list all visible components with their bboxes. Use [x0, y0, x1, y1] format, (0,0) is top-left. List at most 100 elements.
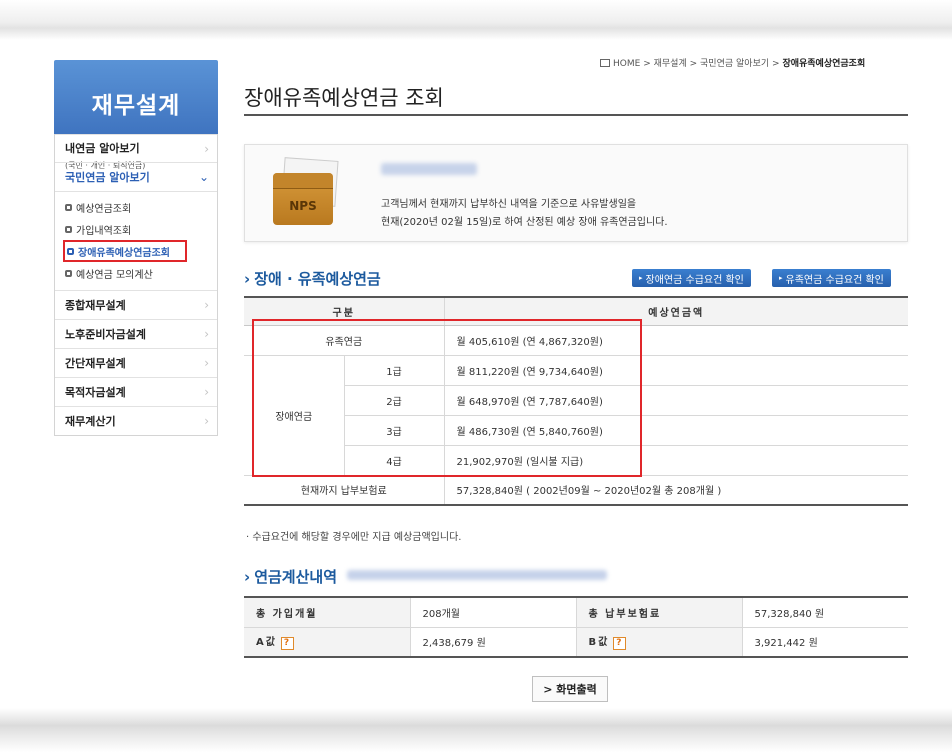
a-value-label: A값 — [256, 637, 277, 649]
section-arrow-icon: › — [244, 270, 251, 288]
chevron-right-icon: › — [204, 327, 209, 341]
chevron-right-icon: › — [204, 414, 209, 428]
nps-logo-text: NPS — [289, 199, 317, 213]
table-header-row: 구분 예상연금액 — [244, 297, 908, 326]
page: 재무설계 내연금 알아보기 (국민 · 개인 · 퇴직연금) › 국민연금 알아… — [20, 40, 932, 708]
sidebar-title: 재무설계 — [54, 60, 218, 134]
sidebar-menu: 내연금 알아보기 (국민 · 개인 · 퇴직연금) › 국민연금 알아보기 ⌄ … — [54, 134, 218, 436]
top-shadow — [0, 0, 952, 40]
section-title-expected-pension: › 장애 · 유족예상연금 — [244, 268, 381, 289]
sidebar-item-label: 목적자금설계 — [65, 386, 126, 399]
sidebar-item-national-pension[interactable]: 국민연금 알아보기 ⌄ — [55, 162, 217, 191]
total-paid-label: 총 납부보험료 — [575, 597, 742, 628]
info-line-2: 현재(2020년 02월 15일)로 하여 산정된 예상 장애 유족연금입니다. — [381, 217, 668, 228]
title-divider — [244, 114, 908, 116]
print-screen-button[interactable]: > 화면출력 — [532, 676, 608, 702]
grade-amount: 21,902,970원 (일시불 지급) — [443, 445, 908, 476]
chevron-right-icon: › — [204, 356, 209, 370]
bullet-icon — [67, 247, 74, 255]
chevron-down-icon: ⌄ — [198, 170, 209, 184]
sidebar-item-label: 종합재무설계 — [65, 299, 126, 312]
expected-pension-table: 구분 예상연금액 유족연금 월 405,610원 (연 4,867,320원) … — [244, 296, 908, 506]
sidebar-item-my-pension[interactable]: 내연금 알아보기 (국민 · 개인 · 퇴직연금) › — [55, 134, 217, 170]
sidebar-submenu: 예상연금조회 가입내역조회 장애유족예상연금조회 예상연금 모의계산 — [55, 191, 217, 290]
chevron-right-icon: › — [204, 385, 209, 399]
table-row: 3급 월 486,730원 (연 5,840,760원) — [244, 415, 908, 446]
grade-amount: 월 648,970원 (연 7,787,640원) — [443, 385, 908, 416]
button-label: 유족연금 수급요건 확인 — [785, 274, 884, 286]
button-label: 장애연금 수급요건 확인 — [645, 274, 744, 286]
help-icon[interactable]: ? — [613, 637, 627, 651]
sidebar-item-label: 간단재무설계 — [65, 357, 126, 370]
a-value: 2,438,679 원 — [409, 627, 576, 658]
paid-label: 현재까지 납부보험료 — [244, 475, 444, 506]
envelope-flap — [273, 173, 333, 189]
submenu-label: 예상연금조회 — [76, 203, 132, 215]
sidebar-item-simple-planning[interactable]: 간단재무설계 › — [55, 348, 217, 377]
table-row: 총 가입개월 208개월 총 납부보험료 57,328,840 원 — [244, 597, 908, 628]
bottom-shadow — [0, 708, 952, 752]
sidebar: 재무설계 내연금 알아보기 (국민 · 개인 · 퇴직연금) › 국민연금 알아… — [54, 60, 218, 436]
grade-cell: 3급 — [343, 415, 444, 446]
a-value-label-cell: A값? — [244, 627, 410, 658]
grade-cell: 4급 — [343, 445, 444, 476]
table-row: A값? 2,438,679 원 B값? 3,921,442 원 — [244, 627, 908, 658]
survivor-requirement-button[interactable]: ▸ 유족연금 수급요건 확인 — [772, 269, 891, 287]
chevron-right-icon: › — [204, 141, 209, 156]
submenu-disability-survivor-pension[interactable]: 장애유족예상연금조회 — [63, 240, 187, 262]
submenu-pension-simulation[interactable]: 예상연금 모의계산 — [63, 262, 209, 284]
section-title-text: 장애 · 유족예상연금 — [254, 270, 381, 288]
breadcrumb-separator: > — [772, 59, 780, 69]
table-row: 유족연금 월 405,610원 (연 4,867,320원) — [244, 325, 908, 356]
breadcrumb-current: 장애유족예상연금조회 — [782, 59, 866, 69]
b-value-label-cell: B값? — [575, 627, 742, 658]
blurred-subtitle — [347, 570, 607, 580]
breadcrumb-item[interactable]: 재무설계 — [654, 59, 687, 69]
paid-amount: 57,328,840원 ( 2002년09월 ~ 2020년02월 총 208개… — [443, 475, 908, 506]
sidebar-item-label: 국민연금 알아보기 — [65, 171, 150, 184]
table-row: 현재까지 납부보험료 57,328,840원 ( 2002년09월 ~ 2020… — [244, 475, 908, 506]
grade-amount: 월 486,730원 (연 5,840,760원) — [443, 415, 908, 446]
chevron-right-icon: › — [204, 298, 209, 312]
submenu-subscription-history[interactable]: 가입내역조회 — [63, 218, 209, 240]
survivor-amount: 월 405,610원 (연 4,867,320원) — [443, 325, 908, 356]
bullet-icon — [65, 225, 72, 233]
header-kind: 구분 — [244, 297, 444, 326]
section-title-text: 연금계산내역 — [254, 568, 337, 586]
home-icon — [600, 59, 610, 67]
page-title: 장애유족예상연금 조회 — [244, 86, 444, 110]
disability-label: 장애연금 — [244, 355, 344, 476]
blurred-customer-name — [381, 163, 477, 175]
b-value: 3,921,442 원 — [741, 627, 908, 658]
grade-amount: 월 811,220원 (연 9,734,640원) — [443, 355, 908, 386]
sidebar-item-comprehensive-planning[interactable]: 종합재무설계 › — [55, 290, 217, 319]
help-icon[interactable]: ? — [280, 637, 294, 651]
sidebar-item-label: 노후준비자금설계 — [65, 328, 146, 341]
section-title-calculation: › 연금계산내역 — [244, 566, 607, 587]
breadcrumb-separator: > — [643, 59, 651, 69]
info-box: NPS 고객님께서 현재까지 납부하신 내역을 기준으로 사유발생일을 현재(2… — [244, 144, 908, 242]
table-row: 장애연금 1급 월 811,220원 (연 9,734,640원) — [244, 355, 908, 476]
breadcrumb-separator: > — [689, 59, 698, 69]
grade-cell: 1급 — [343, 355, 444, 386]
info-line-1: 고객님께서 현재까지 납부하신 내역을 기준으로 사유발생일을 — [381, 199, 637, 210]
breadcrumb: HOME > 재무설계 > 국민연금 알아보기 > 장애유족예상연금조회 — [600, 56, 865, 69]
survivor-label: 유족연금 — [244, 325, 444, 356]
table-row: 4급 21,902,970원 (일시불 지급) — [244, 445, 908, 476]
sidebar-item-calculator[interactable]: 재무계산기 › — [55, 406, 217, 435]
breadcrumb-item[interactable]: 국민연금 알아보기 — [700, 59, 769, 69]
sidebar-item-retirement-fund[interactable]: 노후준비자금설계 › — [55, 319, 217, 348]
submenu-label: 예상연금 모의계산 — [76, 269, 153, 281]
table-row: 2급 월 648,970원 (연 7,787,640원) — [244, 385, 908, 416]
total-months-label: 총 가입개월 — [244, 597, 410, 628]
breadcrumb-home[interactable]: HOME — [613, 59, 640, 69]
sidebar-item-purpose-fund[interactable]: 목적자금설계 › — [55, 377, 217, 406]
sidebar-item-label: 재무계산기 — [65, 415, 116, 428]
disability-requirement-button[interactable]: ▸ 장애연금 수급요건 확인 — [632, 269, 751, 287]
header-amount: 예상연금액 — [443, 297, 908, 326]
sidebar-item-label: 내연금 알아보기 — [65, 142, 140, 155]
submenu-expected-pension[interactable]: 예상연금조회 — [63, 196, 209, 218]
b-value-label: B값 — [588, 637, 610, 649]
submenu-label: 가입내역조회 — [76, 225, 132, 237]
calculation-table: 총 가입개월 208개월 총 납부보험료 57,328,840 원 A값? 2,… — [244, 596, 908, 658]
